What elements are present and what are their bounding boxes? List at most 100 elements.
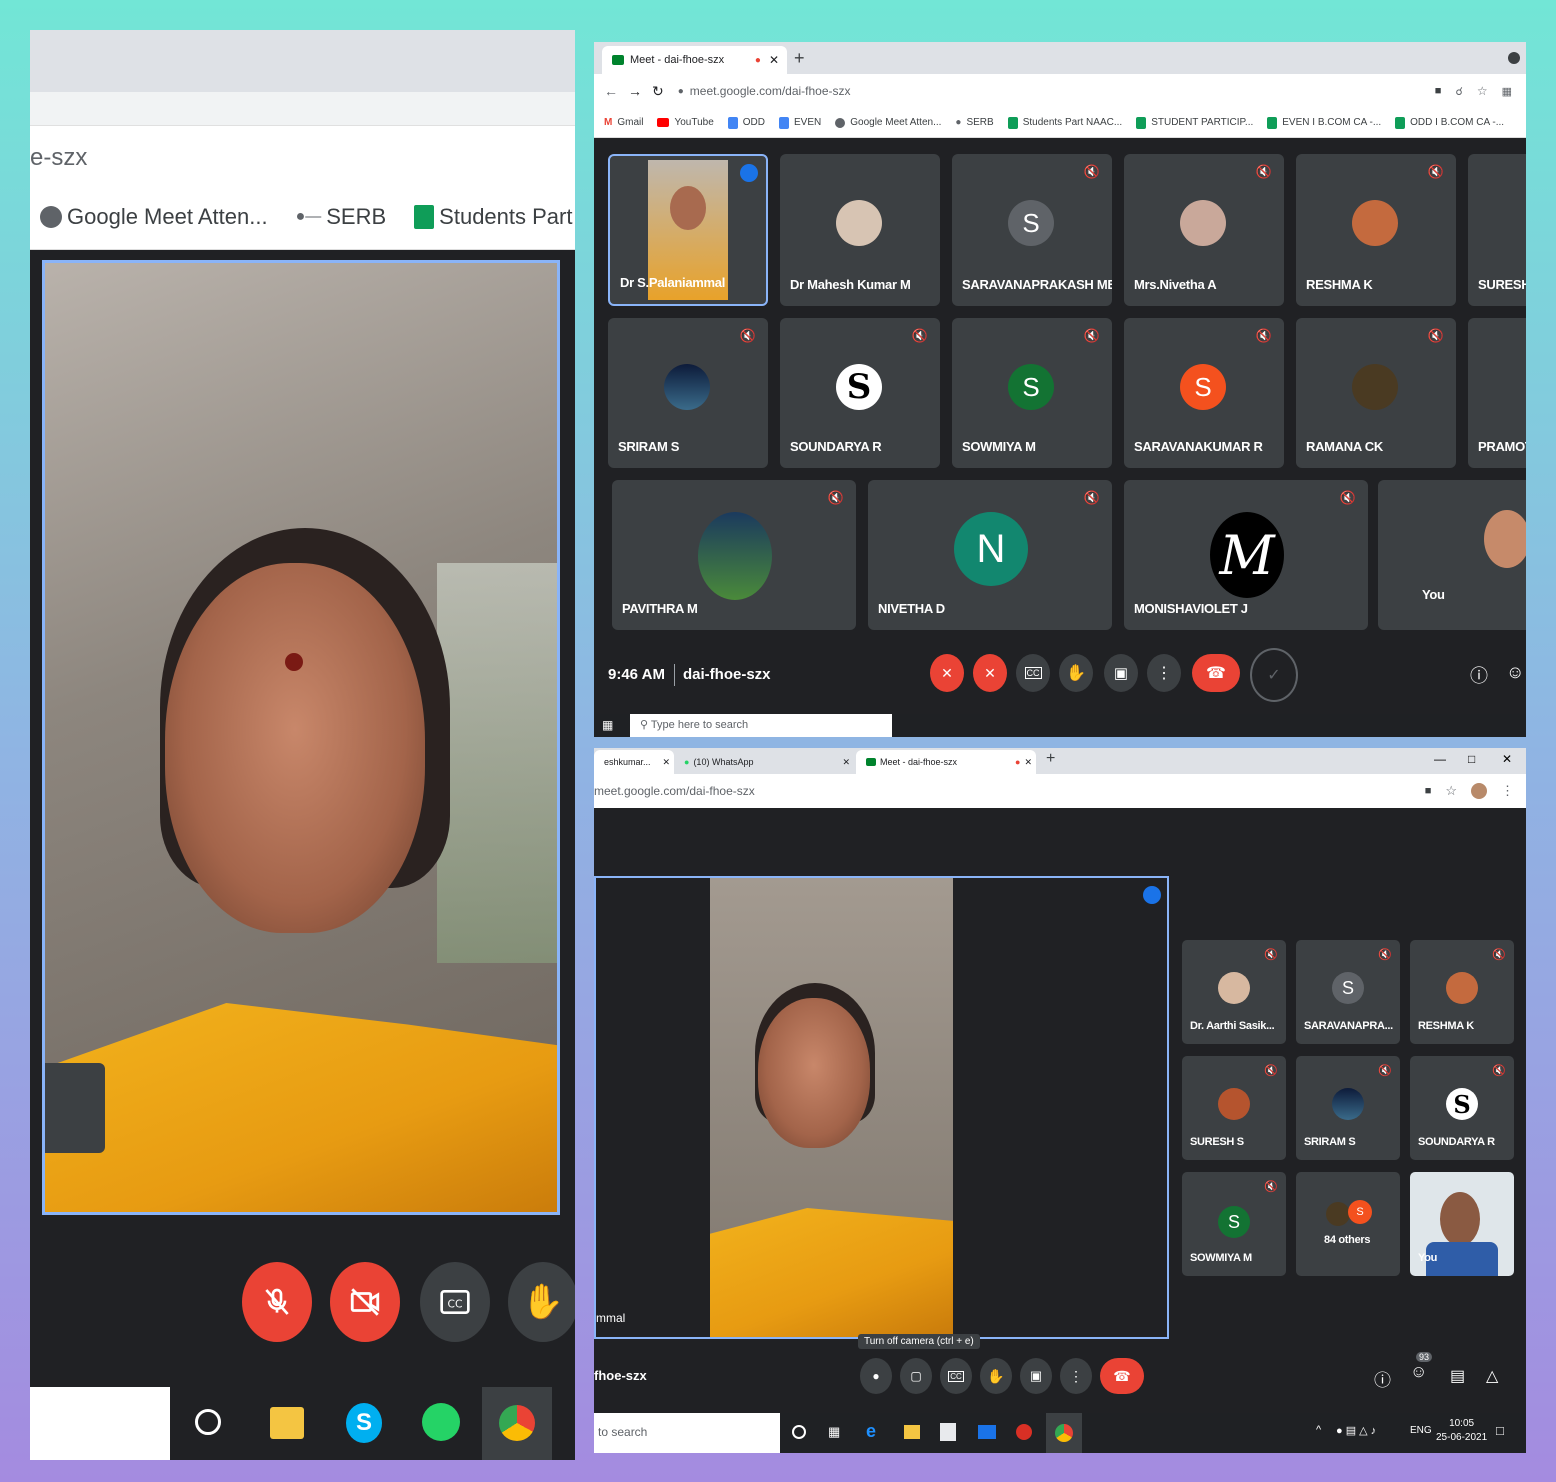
minimize-icon[interactable]: — <box>1434 752 1446 766</box>
camera-off-button[interactable] <box>330 1262 400 1342</box>
self-tile[interactable]: You <box>1410 1172 1514 1276</box>
participant-tile[interactable]: 🔇 SRIRAM S <box>608 318 768 468</box>
info-icon[interactable]: ⓘ <box>1374 1366 1391 1391</box>
extensions-icon[interactable]: ▦ <box>1502 85 1512 98</box>
captions-button[interactable]: CC <box>420 1262 490 1342</box>
back-icon[interactable]: ← <box>604 83 618 99</box>
more-options-button[interactable]: ⋮ <box>1147 654 1181 692</box>
maximize-icon[interactable]: □ <box>1468 752 1475 766</box>
participant-tile[interactable]: Dr S.Palaniammal <box>608 154 768 306</box>
notification-icon[interactable]: □ <box>1496 1423 1504 1438</box>
cortana-icon[interactable] <box>195 1409 221 1435</box>
close-tab-icon[interactable]: ✕ <box>769 53 779 67</box>
camera-indicator-icon[interactable]: ■ <box>1425 785 1432 797</box>
system-clock[interactable]: 10:05 25-06-2021 <box>1436 1417 1487 1445</box>
taskbar-search[interactable]: ⚲ Type here to search <box>630 714 892 737</box>
bookmark-even-bcom[interactable]: EVEN I B.COM CA -... <box>1267 116 1381 129</box>
whatsapp-icon[interactable] <box>422 1403 460 1441</box>
main-video-tile[interactable]: mmal <box>594 876 1169 1339</box>
taskbar-search-box[interactable] <box>30 1387 170 1460</box>
camera-button[interactable]: ▢ <box>900 1358 932 1394</box>
participant-tile[interactable]: 🔇 S SARAVANAPRA... <box>1296 940 1400 1044</box>
chrome-taskbar-button[interactable] <box>482 1387 552 1460</box>
tray-chevron-icon[interactable]: ^ <box>1316 1424 1321 1436</box>
mic-button[interactable]: ● <box>860 1358 892 1394</box>
more-options-button[interactable]: ⋮ <box>1060 1358 1092 1394</box>
profile-icon[interactable] <box>1508 52 1520 64</box>
participant-tile[interactable]: 🔇 S SOUNDARYA R <box>1410 1056 1514 1160</box>
self-tile[interactable]: You <box>1378 480 1526 630</box>
raise-hand-button[interactable]: ✋ <box>508 1262 575 1342</box>
participant-tile[interactable]: 🔇 S SOWMIYA M <box>952 318 1112 468</box>
tab-meet[interactable]: Meet - dai-fhoe-szx ● ✕ <box>856 750 1036 774</box>
participant-tile[interactable]: 🔇 N NIVETHA D <box>868 480 1112 630</box>
forward-icon[interactable]: → <box>628 83 642 99</box>
people-button[interactable]: ☺ 93 <box>1410 1352 1433 1382</box>
camera-off-button[interactable]: ✕ <box>973 654 1007 692</box>
bookmark-serb[interactable]: ●— SERB <box>296 204 387 230</box>
participant-tile[interactable]: 🔇 RESHMA K <box>1296 154 1456 306</box>
tab-meet[interactable]: Meet - dai-fhoe-szx ● ✕ <box>602 46 787 74</box>
more-vertical-icon[interactable]: ⋮ <box>1501 783 1514 799</box>
skype-icon[interactable]: S <box>346 1403 382 1443</box>
star-icon[interactable]: ☆ <box>1477 84 1488 98</box>
participant-tile[interactable]: 🔇 M MONISHAVIOLET J <box>1124 480 1368 630</box>
bookmark-youtube[interactable]: YouTube <box>657 117 714 128</box>
participant-tile[interactable]: PRAMOT <box>1468 318 1526 468</box>
participant-tile[interactable]: SURESH S <box>1468 154 1526 306</box>
captions-button[interactable]: CC <box>1016 654 1050 692</box>
avatar[interactable] <box>1471 783 1487 799</box>
reload-icon[interactable]: ↻ <box>652 83 664 100</box>
zoom-icon[interactable]: ☌ <box>1455 85 1462 98</box>
raise-hand-button[interactable]: ✋ <box>1059 654 1093 692</box>
bookmark-student-particip[interactable]: STUDENT PARTICIP... <box>1136 116 1253 129</box>
people-icon[interactable]: ☺ <box>1506 662 1524 683</box>
edge-icon[interactable]: e <box>866 1421 876 1442</box>
language-indicator[interactable]: ENG <box>1410 1425 1432 1436</box>
participant-tile[interactable]: 🔇 PAVITHRA M <box>612 480 856 630</box>
cortana-icon[interactable] <box>792 1425 806 1439</box>
participant-tile[interactable]: Dr Mahesh Kumar M <box>780 154 940 306</box>
bookmark-gmail[interactable]: M Gmail <box>604 117 643 128</box>
close-tab-icon[interactable]: ✕ <box>662 757 670 768</box>
participant-tile[interactable]: 🔇 S SOUNDARYA R <box>780 318 940 468</box>
chrome-taskbar-button[interactable] <box>1046 1413 1082 1453</box>
leave-call-button[interactable]: ☎ <box>1192 654 1240 692</box>
info-icon[interactable]: ⓘ <box>1470 662 1488 688</box>
close-tab-icon[interactable]: ✕ <box>842 757 850 768</box>
file-explorer-icon[interactable] <box>270 1407 304 1439</box>
bookmark-google-meet[interactable]: Google Meet Atten... <box>40 204 268 230</box>
mic-off-button[interactable]: ✕ <box>930 654 964 692</box>
present-button[interactable]: ▣ <box>1020 1358 1052 1394</box>
captions-button[interactable]: CC <box>940 1358 972 1394</box>
mail-icon[interactable] <box>978 1425 996 1439</box>
bookmark-odd[interactable]: ODD <box>727 116 765 129</box>
address-bar[interactable]: e-szx <box>30 125 575 185</box>
opera-icon[interactable] <box>1016 1424 1032 1440</box>
tray-icons[interactable]: ● ▤ △ ♪ <box>1336 1424 1376 1437</box>
camera-indicator-icon[interactable]: ■ <box>1435 85 1442 97</box>
tab-mahesh[interactable]: eshkumar... ✕ <box>594 750 674 774</box>
participant-tile[interactable]: 🔇 SRIRAM S <box>1296 1056 1400 1160</box>
mic-off-button[interactable] <box>242 1262 312 1342</box>
close-tab-icon[interactable]: ✕ <box>1024 757 1032 768</box>
participant-tile[interactable]: 🔇 Mrs.Nivetha A <box>1124 154 1284 306</box>
new-tab-icon[interactable]: + <box>794 48 805 69</box>
present-button[interactable]: ▣ <box>1104 654 1138 692</box>
others-tile[interactable]: S 84 others <box>1296 1172 1400 1276</box>
bookmark-students-naac[interactable]: Students Part NAAC <box>414 204 575 230</box>
bookmark-odd-bcom[interactable]: ODD I B.COM CA -... <box>1395 116 1504 129</box>
side-handle[interactable] <box>45 1063 105 1153</box>
chat-icon[interactable]: ▤ <box>1450 1366 1465 1386</box>
participant-tile[interactable]: 🔇 S SARAVANAKUMAR R <box>1124 318 1284 468</box>
address-bar[interactable]: ← → ↻ ● meet.google.com/dai-fhoe-szx ■ ☌… <box>594 74 1526 108</box>
leave-call-button[interactable]: ☎ <box>1100 1358 1144 1394</box>
participant-tile[interactable]: 🔇 RAMANA CK <box>1296 318 1456 468</box>
task-view-icon[interactable]: ▦ <box>828 1424 840 1440</box>
tab-whatsapp[interactable]: ● (10) WhatsApp ✕ <box>674 750 854 774</box>
address-bar[interactable]: meet.google.com/dai-fhoe-szx ■ ☆ ⋮ <box>594 774 1526 808</box>
close-window-icon[interactable]: ✕ <box>1502 752 1512 766</box>
star-icon[interactable]: ☆ <box>1445 783 1457 799</box>
participant-tile[interactable]: 🔇 SURESH S <box>1182 1056 1286 1160</box>
raise-hand-button[interactable]: ✋ <box>980 1358 1012 1394</box>
